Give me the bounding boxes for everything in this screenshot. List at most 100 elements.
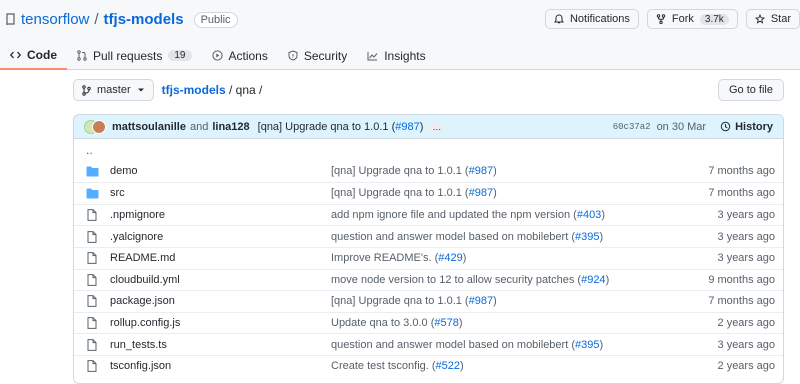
tab-pull-requests-label: Pull requests [93, 48, 163, 63]
file-icon-wrap [84, 230, 100, 243]
file-commit-message[interactable]: [qna] Upgrade qna to 1.0.1 (#987) [331, 165, 693, 177]
file-commit-pr-link[interactable]: #924 [581, 274, 605, 286]
repo-header: tensorflow / tfjs-models Public Notifica… [0, 0, 800, 70]
tab-actions[interactable]: Actions [202, 41, 278, 70]
file-commit-text: add npm ignore file and updated the npm … [331, 209, 577, 222]
fork-button[interactable]: Fork 3.7k [646, 9, 738, 29]
tab-security[interactable]: Security [278, 41, 357, 70]
table-row: cloudbuild.yml move node version to 12 to… [74, 268, 783, 291]
branch-name: master [97, 84, 131, 96]
file-commit-message[interactable]: add npm ignore file and updated the npm … [331, 209, 693, 221]
file-commit-pr-link[interactable]: #987 [469, 165, 493, 177]
repo-owner-link[interactable]: tensorflow [21, 11, 89, 28]
branch-selector[interactable]: master [73, 79, 154, 101]
file-commit-message[interactable]: question and answer model based on mobil… [331, 339, 693, 351]
file-name-link[interactable]: README.md [110, 252, 331, 264]
file-name-link[interactable]: run_tests.ts [110, 339, 331, 351]
file-commit-end: ) [493, 165, 497, 178]
file-list: demo [qna] Upgrade qna to 1.0.1 (#987) 7 m… [74, 161, 783, 377]
file-commit-text: [qna] Upgrade qna to 1.0.1 ( [331, 187, 469, 200]
commit-date: on 30 Mar [656, 120, 707, 133]
file-commit-age: 7 months ago [708, 165, 775, 178]
file-name-link[interactable]: tsconfig.json [110, 360, 331, 372]
history-link[interactable]: History [720, 121, 773, 133]
file-commit-pr-link[interactable]: #395 [575, 339, 599, 351]
file-commit-age: 3 years ago [717, 252, 775, 265]
file-commit-end: ) [599, 338, 604, 351]
breadcrumb-repo-link[interactable]: tfjs-models [162, 83, 226, 97]
repo-name-link[interactable]: tfjs-models [104, 11, 184, 28]
avatar[interactable] [92, 119, 106, 134]
file-name-link[interactable]: package.json [110, 295, 331, 307]
file-commit-text: Create test tsconfig. ( [331, 360, 436, 373]
file-commit-pr-link[interactable]: #403 [577, 209, 601, 221]
file-commit-message[interactable]: [qna] Upgrade qna to 1.0.1 (#987) [331, 187, 693, 199]
file-commit-message[interactable]: Create test tsconfig. (#522) [331, 360, 693, 372]
tab-insights[interactable]: Insights [357, 41, 435, 70]
file-browser: mattsoulanille and lina128 [qna] Upgrade… [73, 114, 784, 384]
file-icon-wrap [84, 295, 100, 308]
tab-code[interactable]: Code [0, 41, 67, 70]
repo-nav-tabs: Code Pull requests 19 Actions Security I… [0, 41, 436, 70]
file-icon [87, 209, 97, 221]
visibility-badge: Public [193, 11, 238, 28]
file-commit-message[interactable]: Update qna to 3.0.0 (#578) [331, 317, 693, 329]
fork-icon [656, 14, 666, 24]
commit-pr-link[interactable]: #987 [395, 121, 419, 133]
parent-directory-link[interactable]: .. [74, 139, 783, 161]
folder-icon-wrap [84, 188, 100, 199]
file-name-link[interactable]: demo [110, 165, 331, 177]
commit-sha-link[interactable]: 60c37a2 [613, 122, 651, 132]
repo-icon [6, 12, 15, 25]
file-commit-text: move node version to 12 to allow securit… [331, 273, 582, 286]
tab-pull-requests[interactable]: Pull requests 19 [67, 41, 202, 70]
file-commit-pr-link[interactable]: #578 [434, 317, 458, 329]
file-commit-pr-link[interactable]: #429 [438, 252, 462, 264]
file-commit-pr-link[interactable]: #987 [469, 295, 493, 307]
breadcrumb-current-dir: qna [235, 83, 256, 97]
table-row: package.json [qna] Upgrade qna to 1.0.1 (… [74, 290, 783, 312]
file-commit-pr-link[interactable]: #987 [469, 187, 493, 199]
notifications-label: Notifications [569, 13, 630, 25]
file-name-link[interactable]: .npmignore [110, 209, 331, 221]
tab-insights-label: Insights [384, 48, 426, 63]
table-row: src [qna] Upgrade qna to 1.0.1 (#987) 7 mo… [74, 182, 783, 204]
table-row: run_tests.ts question and answer model ba… [74, 333, 783, 355]
table-row: .npmignore add npm ignore file and update… [74, 203, 783, 226]
commit-author-link[interactable]: lina128 [212, 121, 249, 133]
commit-author-link[interactable]: mattsoulanille [112, 121, 186, 133]
star-button[interactable]: Star [745, 9, 800, 29]
file-commit-text: [qna] Upgrade qna to 1.0.1 ( [331, 165, 469, 178]
commit-message[interactable]: [qna] Upgrade qna to 1.0.1 (#987) [258, 121, 424, 133]
file-commit-age: 7 months ago [708, 295, 775, 308]
file-commit-message[interactable]: Improve README's. (#429) [331, 252, 693, 264]
file-commit-text: [qna] Upgrade qna to 1.0.1 ( [331, 295, 469, 308]
file-commit-text: Update qna to 3.0.0 ( [331, 317, 435, 330]
expand-commit-button[interactable]: … [429, 121, 445, 132]
file-commit-message[interactable]: question and answer model based on mobil… [331, 231, 693, 243]
file-name-link[interactable]: rollup.config.js [110, 317, 331, 329]
file-name-link[interactable]: .yalcignore [110, 231, 331, 243]
history-label: History [735, 120, 773, 133]
breadcrumb-separator: / [228, 83, 233, 97]
table-row: rollup.config.js Update qna to 3.0.0 (#57… [74, 311, 783, 334]
pull-requests-count: 19 [168, 50, 192, 61]
folder-icon [86, 166, 98, 177]
breadcrumb: tfjs-models / qna / [162, 83, 263, 97]
file-commit-pr-link[interactable]: #395 [575, 231, 599, 243]
file-commit-end: ) [599, 230, 604, 243]
file-name-link[interactable]: cloudbuild.yml [110, 274, 331, 286]
notifications-button[interactable]: Notifications [544, 9, 639, 29]
go-to-file-button[interactable]: Go to file [717, 79, 784, 101]
latest-commit-bar: mattsoulanille and lina128 [qna] Upgrade… [74, 115, 783, 139]
file-commit-pr-link[interactable]: #522 [436, 360, 460, 372]
file-name-link[interactable]: src [110, 187, 331, 199]
tab-actions-label: Actions [228, 48, 268, 63]
file-commit-message[interactable]: move node version to 12 to allow securit… [331, 274, 693, 286]
file-commit-message[interactable]: [qna] Upgrade qna to 1.0.1 (#987) [331, 295, 693, 307]
breadcrumb-separator: / [259, 83, 263, 97]
commit-message-end: ) [419, 120, 424, 133]
file-icon-wrap [84, 317, 100, 329]
file-icon-wrap [84, 338, 100, 351]
author-avatars [84, 119, 106, 134]
